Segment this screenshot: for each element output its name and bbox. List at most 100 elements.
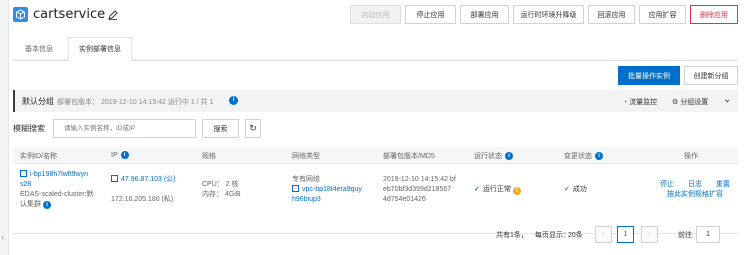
- log-link[interactable]: 日志: [688, 181, 702, 188]
- column-header-ip-label: IP: [111, 151, 118, 159]
- change-status-cell: ✓ 成功: [564, 185, 652, 195]
- search-label: 模糊搜索: [13, 124, 45, 133]
- goto-label: 前往: [678, 232, 692, 239]
- search-button[interactable]: 搜索: [202, 119, 239, 138]
- check-icon: ✓: [474, 186, 480, 193]
- info-icon[interactable]: i: [229, 96, 238, 105]
- ip-private: 172.16.205.180 (私): [111, 196, 174, 203]
- run-status-text: 运行正常: [482, 186, 511, 193]
- scale-by-spec-link[interactable]: 按此实例规格扩容: [653, 190, 737, 200]
- vpc-link[interactable]: vpc-bp18t4era9quy: [292, 185, 380, 195]
- external-link-icon: [292, 185, 299, 192]
- info-icon[interactable]: i: [595, 152, 603, 160]
- column-header-deploy-version-label: 部署包版本/MD5: [383, 153, 435, 160]
- header-action-buttons: 启动应用 停止应用 部署应用 运行时环境升降级 回滚应用 应用扩容 删除应用: [350, 5, 738, 24]
- network-type: 专有网络: [292, 176, 320, 183]
- change-status-text: 成功: [572, 186, 587, 193]
- search-input[interactable]: [53, 119, 196, 138]
- app-title: cartservice: [33, 7, 106, 22]
- runtime-upgrade-button[interactable]: 运行时环境升降级: [513, 5, 584, 24]
- instance-id-link[interactable]: i-bp198h7lwft9wyn: [20, 170, 108, 180]
- tab-basic-info[interactable]: 基本信息: [13, 37, 65, 61]
- instance-cluster-line2: 认集群: [20, 201, 41, 208]
- create-group-button[interactable]: 创建新分组: [684, 66, 738, 85]
- stop-app-button[interactable]: 停止应用: [405, 5, 456, 24]
- column-header-ip: IP i: [111, 151, 129, 159]
- delete-app-button[interactable]: 删除应用: [690, 5, 738, 24]
- deploy-app-button[interactable]: 部署应用: [460, 5, 509, 24]
- column-header-deploy-version: 部署包版本/MD5: [383, 151, 435, 161]
- column-header-run-status: 运行状态 i: [474, 151, 513, 161]
- pencil-edit-icon[interactable]: [108, 10, 118, 20]
- warning-icon[interactable]: !: [512, 187, 521, 195]
- column-header-spec-label: 规格: [202, 153, 216, 160]
- column-header-operations: 操作: [684, 151, 698, 161]
- instance-cluster: 认集群 i: [20, 200, 108, 210]
- instance-id-line1: i-bp198h7lwft9wyn: [30, 171, 88, 178]
- monitor-icon: ◔: [623, 99, 628, 106]
- instance-cell: i-bp198h7lwft9wyn s28 EDAS-scaled-cluste…: [20, 170, 108, 210]
- table-row: i-bp198h7lwft9wyn s28 EDAS-scaled-cluste…: [13, 164, 738, 234]
- ip-cell: 47.96.87.103 (公) 172.16.205.180 (私): [111, 175, 201, 205]
- search-row: 模糊搜索 搜索 ↻: [13, 119, 738, 138]
- total-count: 共有1条，: [496, 232, 528, 239]
- scale-app-button[interactable]: 应用扩容: [639, 5, 686, 24]
- column-header-network-label: 网络类型: [292, 153, 320, 160]
- table-header: 实例ID/名称 IP i 规格 网络类型 部署包版本/MD5 运行状态 i 变更状态…: [13, 147, 738, 164]
- stop-instance-link[interactable]: 停止: [660, 181, 674, 188]
- operations-cell: 停止 日志 重置 按此实例规格扩容: [653, 180, 737, 200]
- cube-app-icon: [13, 7, 28, 22]
- vpc-id-line2[interactable]: h96biup3: [292, 195, 380, 205]
- column-header-spec: 规格: [202, 151, 216, 161]
- refresh-icon[interactable]: ↻: [245, 119, 261, 138]
- deploy-version-line1: 2019-12-10 14:15:42 bf: [383, 176, 456, 183]
- tab-instance-deploy-info[interactable]: 实例部署信息: [68, 37, 132, 61]
- network-cell: 专有网络 vpc-bp18t4era9quy h96biup3: [292, 175, 380, 205]
- external-link-icon: [20, 170, 27, 177]
- info-icon[interactable]: i: [42, 201, 51, 209]
- group-version-info: 部署包版本： 2019-12-10 14:15:42 运行中 1 / 共 1: [57, 99, 214, 106]
- gear-icon: ⚙: [672, 99, 679, 106]
- deploy-version-cell: 2019-12-10 14:15:42 bf eb70bf3d359d21856…: [383, 175, 471, 205]
- goto-page-input[interactable]: 1: [696, 226, 720, 243]
- run-status-cell: ✓ 运行正常 !: [474, 185, 562, 195]
- column-header-operations-label: 操作: [684, 153, 698, 160]
- column-header-instance: 实例ID/名称: [20, 151, 57, 161]
- start-app-button[interactable]: 启动应用: [350, 5, 401, 24]
- vpc-id-line1: vpc-bp18t4era9quy: [302, 186, 362, 193]
- tab-bar: 基本信息 实例部署信息: [13, 37, 738, 61]
- group-settings-link[interactable]: ⚙ 分组设置: [672, 97, 708, 107]
- traffic-monitor-link[interactable]: ◔ 流量监控: [623, 97, 657, 107]
- deploy-version-line2: eb70bf3d359d218567: [383, 186, 452, 193]
- column-header-change-status-label: 变更状态: [564, 153, 592, 160]
- check-icon: ✓: [564, 186, 570, 193]
- rollback-app-button[interactable]: 回滚应用: [588, 5, 635, 24]
- instance-id-line2[interactable]: s28: [20, 180, 108, 190]
- column-header-network: 网络类型: [292, 151, 320, 161]
- per-page-select[interactable]: 20条: [568, 230, 583, 240]
- info-icon[interactable]: i: [120, 151, 129, 159]
- public-ip-link[interactable]: 47.96.87.103 (公): [111, 175, 201, 185]
- group-name: 默认分组: [22, 97, 54, 106]
- chevron-left-icon: ‹: [602, 231, 605, 238]
- deploy-version-line3: 4d754e01426: [383, 196, 426, 203]
- column-header-change-status: 变更状态 i: [564, 151, 603, 161]
- sidebar-collapse-strip[interactable]: ‹: [0, 0, 9, 255]
- column-header-instance-label: 实例ID/名称: [20, 153, 57, 160]
- per-page-label: 每页显示：: [535, 232, 570, 239]
- instance-table: 实例ID/名称 IP i 规格 网络类型 部署包版本/MD5 运行状态 i 变更状态…: [13, 147, 738, 234]
- chevron-left-icon[interactable]: ‹: [1, 232, 4, 243]
- external-link-icon: [111, 175, 118, 182]
- info-icon[interactable]: i: [505, 152, 513, 160]
- page-number-button[interactable]: 1: [617, 226, 634, 243]
- spec-cpu: CPU： 2 核: [202, 181, 239, 188]
- next-page-button[interactable]: ›: [641, 226, 658, 243]
- group-settings-label: 分组设置: [680, 99, 709, 106]
- ip-public: 47.96.87.103 (公): [121, 176, 176, 183]
- batch-operate-instances-button[interactable]: 批量操作实例: [618, 66, 680, 85]
- chevron-down-icon[interactable]: ⌄: [723, 94, 731, 105]
- prev-page-button[interactable]: ‹: [595, 226, 612, 243]
- reset-instance-link[interactable]: 重置: [716, 181, 730, 188]
- pagination: 共有1条， 每页显示： 20条 ‹ 1 › 前往 1: [13, 226, 738, 245]
- app-header: cartservice 启动应用 停止应用 部署应用 运行时环境升降级 回滚应用…: [13, 4, 738, 26]
